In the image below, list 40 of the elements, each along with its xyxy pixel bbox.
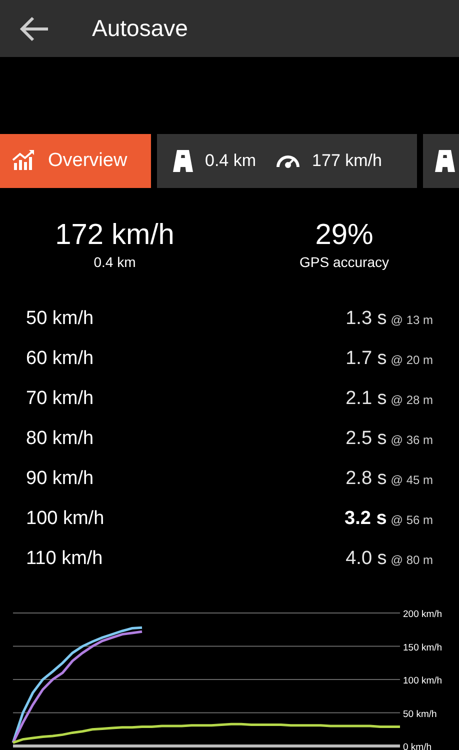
distance-label: 0.4 km — [205, 150, 256, 172]
stat-value: 29% — [315, 218, 374, 252]
speed-target: 90 km/h — [26, 466, 94, 491]
split-time: 4.0 s — [346, 546, 387, 571]
back-arrow-icon[interactable] — [20, 16, 50, 42]
run-tab[interactable] — [423, 134, 459, 188]
split-distance: @ 56 m — [390, 512, 433, 529]
split-distance: @ 28 m — [390, 392, 433, 409]
split-distance: @ 45 m — [390, 472, 433, 489]
axis-label: 50 km/h — [403, 708, 437, 720]
speedometer-icon — [276, 154, 300, 168]
split-time: 2.5 s — [346, 426, 387, 451]
road-icon — [173, 150, 193, 172]
speed-target: 70 km/h — [26, 386, 94, 411]
road-icon — [435, 150, 455, 172]
split-distance: @ 20 m — [390, 352, 433, 369]
axis-label: 100 km/h — [403, 676, 442, 686]
split-time: 2.8 s — [346, 466, 387, 491]
stat-caption: GPS accuracy — [300, 253, 389, 272]
stat-value: 172 km/h — [55, 218, 174, 252]
axis-label: 0 km/h — [403, 742, 432, 750]
stat-caption: 0.4 km — [94, 253, 136, 272]
split-distance: @ 13 m — [390, 312, 433, 329]
chart-icon — [12, 150, 36, 172]
split-distance: @ 80 m — [390, 552, 433, 569]
split-time: 2.1 s — [346, 386, 387, 411]
speed-target: 100 km/h — [26, 506, 104, 531]
speed-target: 80 km/h — [26, 426, 94, 451]
axis-label: 150 km/h — [403, 642, 442, 654]
screen-title: Autosave — [92, 14, 188, 44]
split-time: 3.2 s — [344, 506, 387, 531]
speed-target: 50 km/h — [26, 306, 94, 331]
split-time: 1.3 s — [346, 306, 387, 331]
axis-label: 200 km/h — [403, 609, 442, 620]
speed-target: 60 km/h — [26, 346, 94, 371]
run-tab[interactable]: 0.4 km 177 km/h — [157, 134, 417, 188]
split-distance: @ 36 m — [390, 432, 433, 449]
split-time: 1.7 s — [346, 346, 387, 371]
speed-target: 110 km/h — [26, 546, 103, 571]
speed-label: 177 km/h — [312, 150, 382, 172]
